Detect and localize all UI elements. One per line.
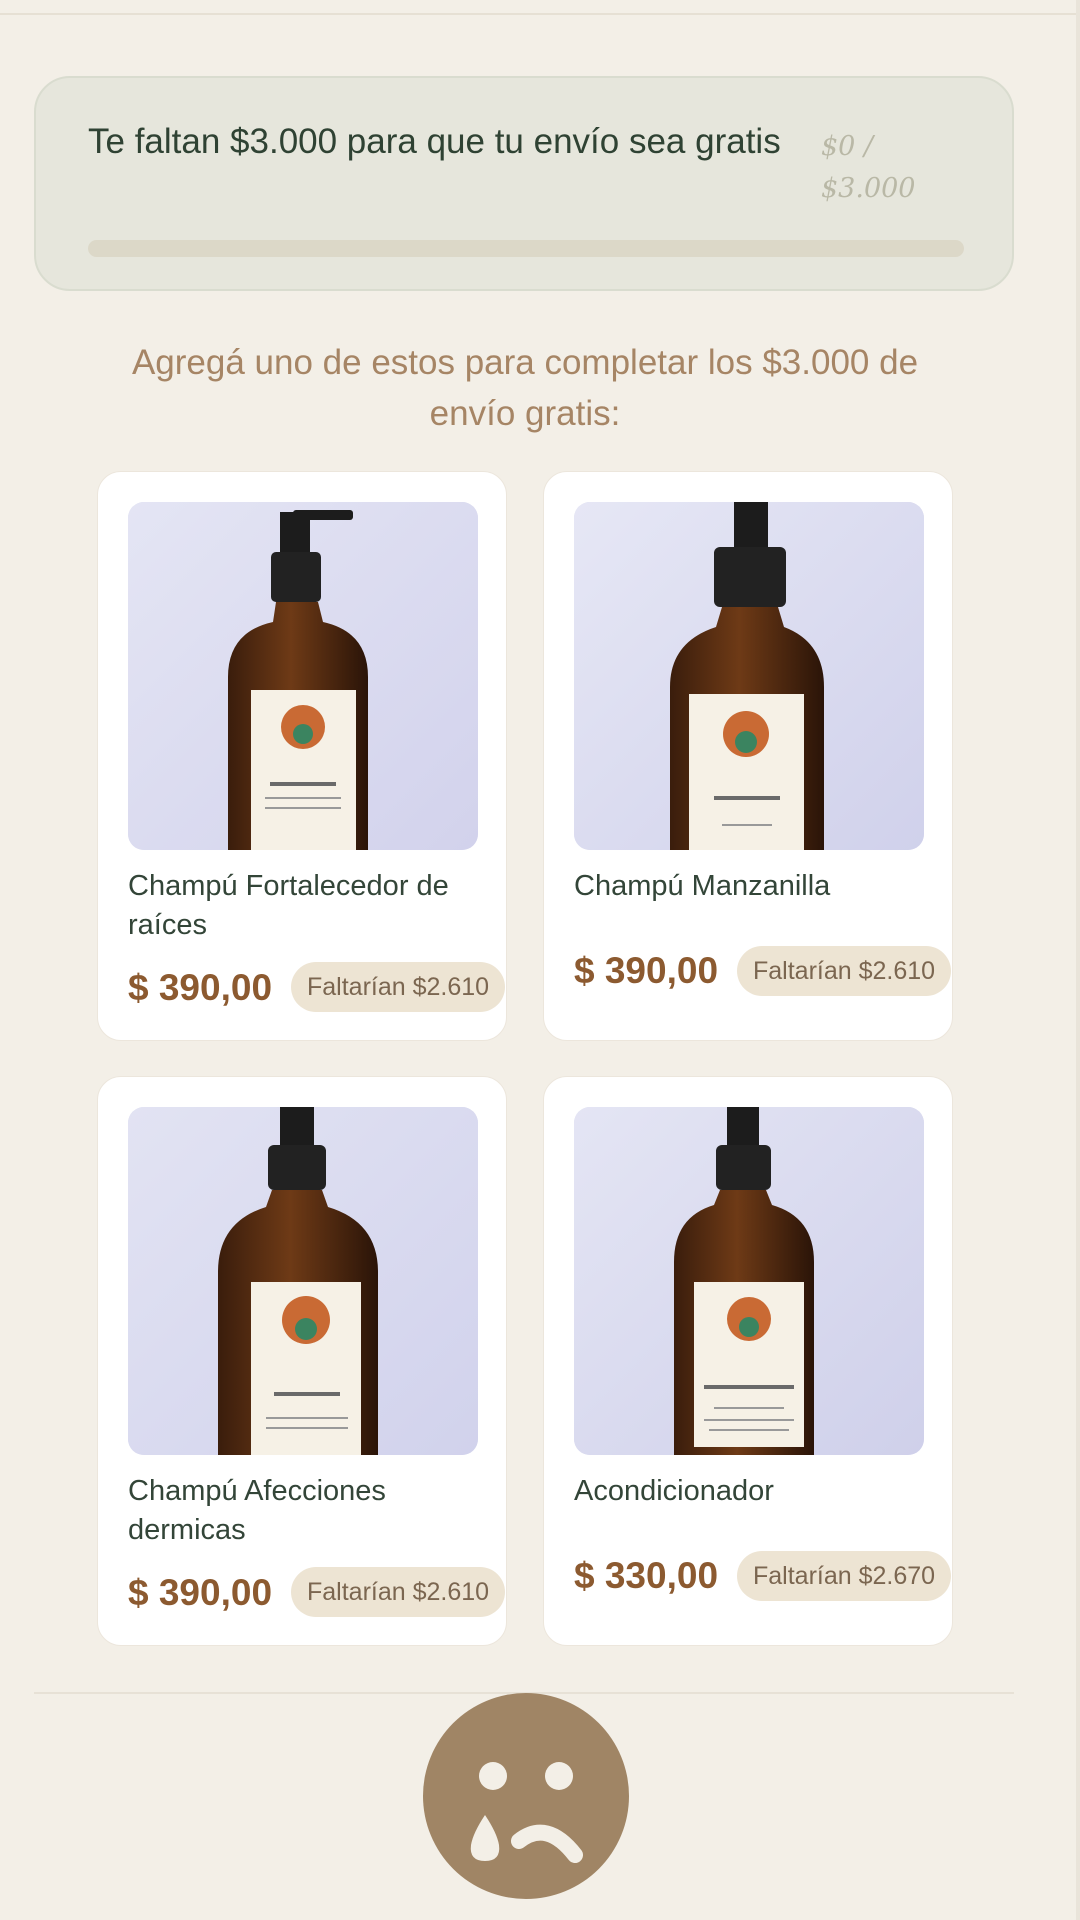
remaining-badge: Faltarían $2.610 <box>291 1567 506 1617</box>
free-shipping-message: Te faltan $3.000 para que tu envío sea g… <box>88 122 781 161</box>
shampoo-bottle-icon[interactable] <box>128 502 478 850</box>
product-name[interactable]: Champú Afecciones dermicas <box>128 1472 473 1550</box>
free-shipping-card: Te faltan $3.000 para que tu envío sea g… <box>34 76 1014 291</box>
product-name[interactable]: Acondicionador <box>574 1472 919 1511</box>
product-price: $ 330,00 <box>574 1555 719 1596</box>
conditioner-bottle-icon[interactable] <box>574 1107 924 1455</box>
remaining-badge: Faltarían $2.670 <box>737 1551 952 1601</box>
product-card[interactable]: Champú Manzanilla $ 390,00 Faltarían $2.… <box>543 471 953 1041</box>
shipping-progress-text: $0 / $3.000 <box>821 131 916 204</box>
shampoo-bottle-icon[interactable] <box>574 502 924 850</box>
product-card[interactable]: Champú Fortalecedor de raíces $ 390,00 F… <box>97 471 507 1041</box>
upsell-heading: Agregá uno de estos para completar los $… <box>131 343 919 433</box>
product-name[interactable]: Champú Manzanilla <box>574 867 919 906</box>
product-price: $ 390,00 <box>128 967 273 1008</box>
shipping-progress-bar <box>88 240 964 257</box>
top-divider <box>0 13 1080 15</box>
product-card[interactable]: Acondicionador $ 330,00 Faltarían $2.670 <box>543 1076 953 1646</box>
product-price: $ 390,00 <box>574 950 719 991</box>
remaining-badge: Faltarían $2.610 <box>291 962 506 1012</box>
product-name[interactable]: Champú Fortalecedor de raíces <box>128 867 473 945</box>
remaining-badge: Faltarían $2.610 <box>737 946 952 996</box>
sad-face-icon <box>423 1693 629 1904</box>
product-price: $ 390,00 <box>128 1572 273 1613</box>
scroll-edge <box>1076 0 1080 1920</box>
shampoo-bottle-icon[interactable] <box>128 1107 478 1455</box>
product-card[interactable]: Champú Afecciones dermicas $ 390,00 Falt… <box>97 1076 507 1646</box>
